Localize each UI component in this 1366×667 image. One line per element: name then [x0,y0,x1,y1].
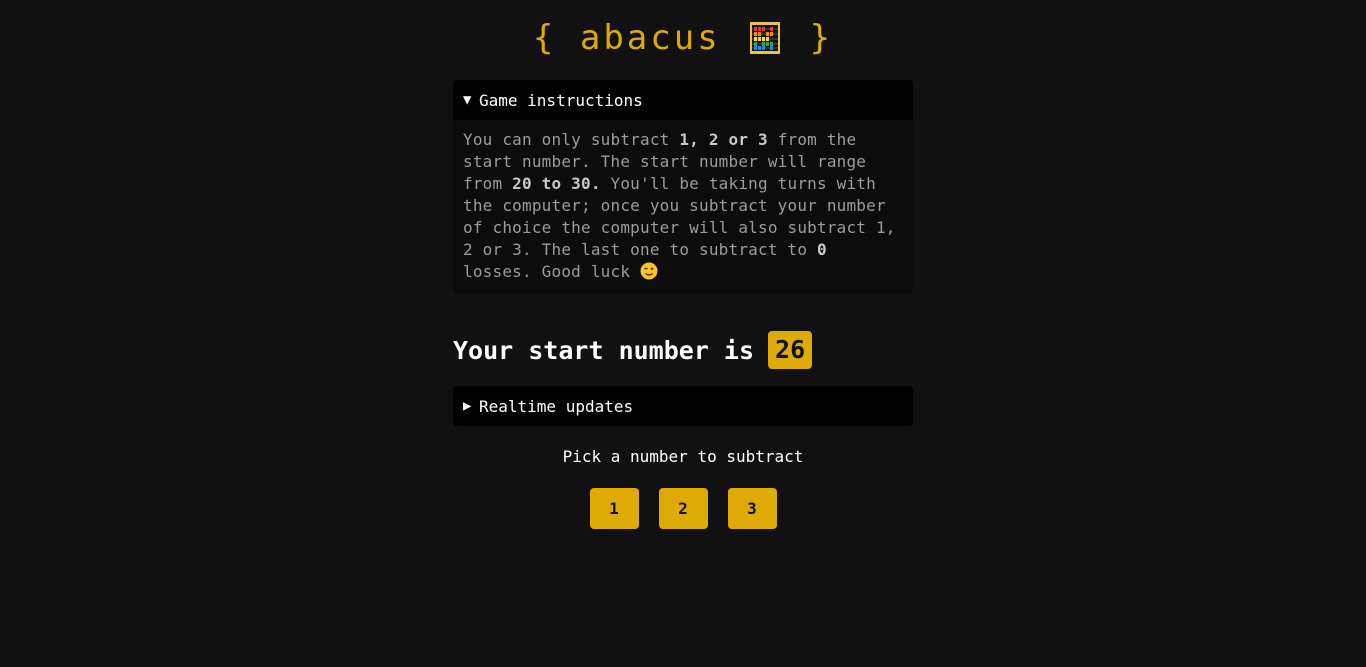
pick-number-prompt: Pick a number to subtract [562,447,804,466]
instructions-toggle[interactable]: ▼ Game instructions [453,80,913,120]
subtract-options-highlight: 1, 2 or 3 [679,130,768,149]
expanded-arrow-icon: ▼ [463,92,472,108]
collapsed-arrow-icon: ▶ [463,398,472,414]
instructions-text-part: losses. Good luck [463,262,640,281]
app-title: { abacus } [453,0,913,62]
brace-close: } [809,18,834,58]
number-button-group: 1 2 3 [453,488,913,529]
page-container: { abacus } ▼ Game instructions You can o… [453,0,913,529]
subtract-1-button[interactable]: 1 [589,488,639,529]
instructions-panel: ▼ Game instructions You can only subtrac… [453,80,913,294]
range-highlight: 20 to 30. [512,174,601,193]
start-number-heading: Your start number is 26 [453,331,913,369]
subtract-3-button[interactable]: 3 [727,488,777,529]
subtract-2-button[interactable]: 2 [658,488,708,529]
realtime-updates-title: Realtime updates [479,396,634,416]
start-number-badge: 26 [768,331,813,369]
zero-highlight: 0 [816,240,827,259]
instructions-title: Game instructions [479,90,643,110]
abacus-icon [750,22,781,54]
app-title-text: abacus [579,18,721,58]
brace-open: { [532,18,557,58]
instructions-text: You can only subtract 1, 2 or 3 from the… [453,120,913,294]
winking-face-icon [640,262,658,280]
realtime-updates-toggle[interactable]: ▶ Realtime updates [453,386,913,426]
instructions-text-part: You can only subtract [463,130,680,149]
start-number-label: Your start number is [453,335,755,365]
realtime-updates-panel: ▶ Realtime updates [453,386,913,426]
